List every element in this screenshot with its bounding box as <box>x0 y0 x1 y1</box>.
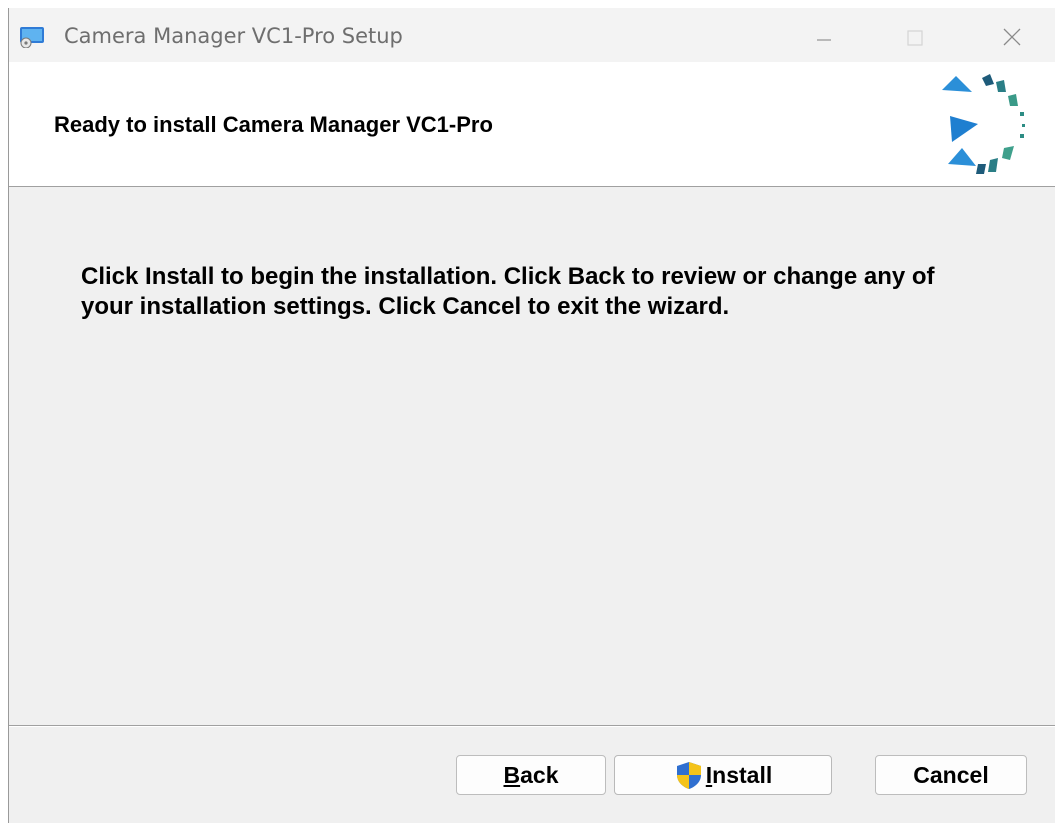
footer-divider <box>9 725 1055 727</box>
back-button[interactable]: Back <box>456 755 606 795</box>
back-label: ack <box>520 761 559 788</box>
maximize-button[interactable] <box>892 18 938 56</box>
close-button[interactable] <box>989 18 1035 56</box>
page-title: Ready to install Camera Manager VC1-Pro <box>54 112 493 137</box>
window-title: Camera Manager VC1-Pro Setup <box>64 24 403 48</box>
instructions-text: Click Install to begin the installation.… <box>81 263 935 320</box>
install-label: nstall <box>712 761 773 788</box>
minimize-button[interactable] <box>801 18 847 56</box>
cancel-label: Cancel <box>913 761 989 788</box>
setup-window: Camera Manager VC1-Pro Setup Ready to in… <box>8 8 1055 823</box>
wizard-header: Ready to install Camera Manager VC1-Pro <box>9 62 1055 187</box>
cancel-button[interactable]: Cancel <box>875 755 1027 795</box>
install-button[interactable]: Install <box>614 755 832 795</box>
installer-logo-icon <box>942 74 1025 174</box>
installer-app-icon <box>20 27 44 48</box>
uac-shield-icon <box>676 762 701 789</box>
back-mnemonic: B <box>503 761 521 788</box>
title-bar[interactable]: Camera Manager VC1-Pro Setup <box>9 8 1055 62</box>
